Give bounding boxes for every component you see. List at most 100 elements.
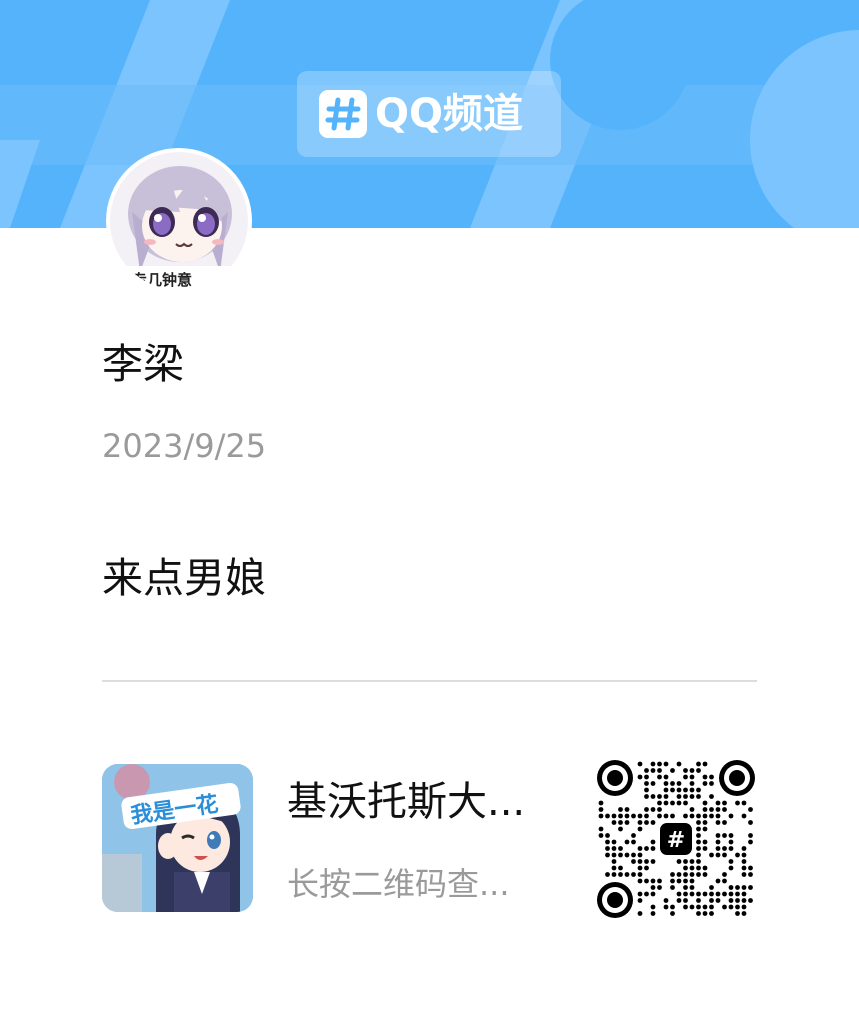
qr-module bbox=[663, 774, 669, 780]
qr-module bbox=[696, 891, 701, 897]
qr-module bbox=[748, 839, 753, 845]
qr-module bbox=[735, 898, 740, 903]
qr-code[interactable]: # bbox=[595, 758, 757, 920]
qr-module bbox=[650, 904, 656, 910]
qr-module bbox=[631, 839, 636, 845]
qr-module bbox=[683, 872, 688, 877]
qr-module bbox=[650, 911, 656, 916]
qr-module bbox=[702, 839, 708, 845]
qr-module bbox=[611, 852, 617, 858]
qr-module bbox=[637, 852, 643, 858]
qr-module bbox=[663, 800, 669, 806]
qr-center-hash-icon: # bbox=[667, 828, 685, 853]
qr-module bbox=[715, 891, 721, 897]
qr-finder-top-right bbox=[719, 760, 755, 796]
qr-module bbox=[696, 911, 701, 916]
qr-module bbox=[644, 787, 649, 793]
qr-module bbox=[637, 820, 643, 825]
qr-module bbox=[624, 813, 630, 819]
qr-module bbox=[689, 891, 695, 897]
avatar[interactable]: 专几钟意 bbox=[106, 148, 252, 294]
qr-module bbox=[631, 852, 636, 858]
qr-module bbox=[702, 813, 708, 819]
qr-module bbox=[702, 826, 708, 832]
qr-module bbox=[702, 774, 708, 780]
qr-module bbox=[676, 898, 682, 903]
channel-anime-image: 我是一花 bbox=[102, 764, 253, 912]
qr-finder-top-left bbox=[597, 760, 633, 796]
qr-module bbox=[696, 826, 701, 832]
qr-module bbox=[683, 898, 688, 903]
qr-module bbox=[735, 852, 740, 858]
qr-module bbox=[657, 813, 662, 819]
qr-module bbox=[670, 904, 675, 910]
qr-module bbox=[702, 891, 708, 897]
qr-module bbox=[741, 885, 747, 890]
qr-module bbox=[748, 865, 753, 871]
qr-module bbox=[598, 807, 604, 812]
qr-module bbox=[696, 768, 701, 773]
qr-module bbox=[728, 833, 734, 838]
qr-module bbox=[683, 768, 688, 773]
qr-module bbox=[702, 820, 708, 825]
qr-module bbox=[644, 865, 649, 871]
qr-module bbox=[631, 859, 636, 864]
qr-module bbox=[598, 826, 604, 832]
avatar-anime-girl-image: 专几钟意 bbox=[110, 152, 248, 290]
qr-module bbox=[598, 813, 604, 819]
post-content: 来点男娘 bbox=[102, 554, 266, 602]
qr-module bbox=[696, 761, 701, 767]
qr-module bbox=[605, 852, 610, 858]
qr-module bbox=[696, 859, 701, 864]
qr-module bbox=[741, 852, 747, 858]
qr-module bbox=[657, 774, 662, 780]
qr-module bbox=[624, 839, 630, 845]
qr-module bbox=[624, 820, 630, 825]
qr-module bbox=[650, 878, 656, 884]
qr-module bbox=[728, 898, 734, 903]
qr-module bbox=[650, 846, 656, 851]
qr-module bbox=[644, 774, 649, 780]
qr-code-image: # bbox=[595, 758, 757, 920]
qr-module bbox=[676, 891, 682, 897]
qr-module bbox=[728, 865, 734, 871]
qr-module bbox=[696, 794, 701, 799]
qr-module bbox=[611, 865, 617, 871]
channel-name[interactable]: 基沃托斯大... bbox=[287, 774, 525, 830]
qr-module bbox=[702, 865, 708, 871]
qr-module bbox=[663, 794, 669, 799]
qr-module bbox=[611, 820, 617, 825]
author-name[interactable]: 李梁 bbox=[102, 336, 184, 392]
qr-module bbox=[741, 872, 747, 877]
qr-module bbox=[650, 885, 656, 890]
qr-module bbox=[709, 911, 714, 916]
qr-module bbox=[696, 865, 701, 871]
qr-module bbox=[696, 833, 701, 838]
qr-module bbox=[741, 846, 747, 851]
qr-module bbox=[715, 800, 721, 806]
qr-module bbox=[670, 787, 675, 793]
qr-module bbox=[605, 872, 610, 877]
channel-icon[interactable]: 我是一花 bbox=[102, 764, 253, 912]
qr-module bbox=[722, 891, 727, 897]
qr-module bbox=[709, 807, 714, 812]
qr-module bbox=[650, 891, 656, 897]
qr-module bbox=[741, 865, 747, 871]
qr-module bbox=[631, 813, 636, 819]
qr-module bbox=[683, 891, 688, 897]
qr-module bbox=[748, 898, 753, 903]
qr-module bbox=[618, 813, 623, 819]
qr-module bbox=[702, 911, 708, 916]
qr-module bbox=[748, 833, 753, 838]
qr-module bbox=[676, 794, 682, 799]
qr-module bbox=[689, 859, 695, 864]
qr-module bbox=[657, 768, 662, 773]
qr-module bbox=[702, 846, 708, 851]
qr-module bbox=[683, 813, 688, 819]
qr-module bbox=[748, 807, 753, 812]
qr-module bbox=[631, 833, 636, 838]
qr-module bbox=[644, 878, 649, 884]
qr-module bbox=[644, 813, 649, 819]
qr-module bbox=[650, 839, 656, 845]
qr-module bbox=[741, 859, 747, 864]
